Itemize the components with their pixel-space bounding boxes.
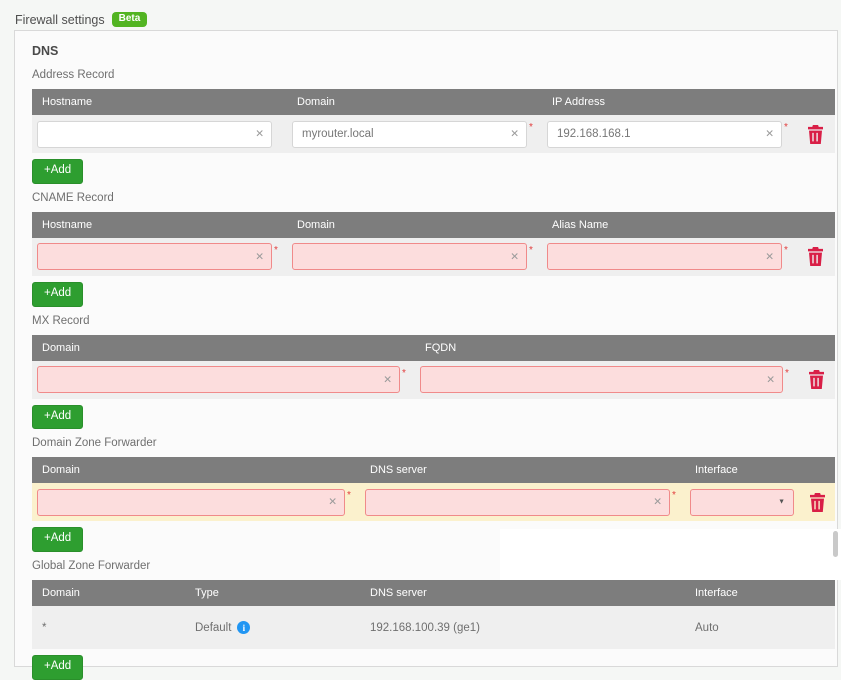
- domain-input[interactable]: [37, 366, 400, 393]
- chevron-down-icon: ▼: [778, 499, 785, 506]
- clear-icon[interactable]: ✕: [765, 129, 774, 140]
- domain-input-wrap: ✕: [37, 366, 400, 393]
- trash-icon: [808, 377, 825, 392]
- fqdn-input-wrap: ✕: [420, 366, 783, 393]
- delete-cname-record-button[interactable]: [805, 245, 826, 268]
- column-header-type: Type: [185, 587, 360, 599]
- column-header-fqdn: FQDN: [415, 342, 798, 354]
- cname-record-label: CNAME Record: [32, 192, 835, 204]
- dns-server-input-wrap: ✕: [365, 489, 670, 516]
- delete-address-record-button[interactable]: [805, 123, 826, 146]
- beta-badge: Beta: [112, 12, 148, 27]
- mx-record-row: ✕ * ✕ *: [32, 361, 835, 399]
- scrollbar-thumb[interactable]: [833, 531, 838, 557]
- domain-input-wrap: ✕: [292, 243, 527, 270]
- required-asterisk: *: [274, 246, 282, 256]
- required-asterisk: *: [784, 246, 792, 256]
- add-cname-record-button[interactable]: +Add: [32, 282, 83, 307]
- column-header-alias-name: Alias Name: [542, 219, 797, 231]
- required-asterisk: *: [672, 491, 680, 501]
- dns-heading: DNS: [32, 44, 837, 58]
- cname-record-row: ✕ * ✕ * ✕ *: [32, 238, 835, 276]
- hostname-input-wrap: ✕: [37, 243, 272, 270]
- column-header-interface: Interface: [685, 464, 799, 476]
- clear-icon[interactable]: ✕: [255, 129, 264, 140]
- required-asterisk: *: [785, 369, 793, 379]
- global-interface-value: Auto: [685, 622, 835, 634]
- section-mx-record: MX Record Domain FQDN ✕ * ✕ *: [32, 315, 835, 430]
- section-address-record: Address Record Hostname Domain IP Addres…: [32, 69, 835, 184]
- ip-address-input[interactable]: [547, 121, 782, 148]
- clear-icon[interactable]: ✕: [255, 252, 264, 263]
- page-title: Firewall settings: [15, 13, 105, 27]
- info-icon[interactable]: i: [237, 621, 250, 634]
- column-header-hostname: Hostname: [32, 219, 287, 231]
- column-header-domain: Domain: [287, 219, 542, 231]
- column-header-domain: Domain: [32, 342, 415, 354]
- page-header: Firewall settings Beta: [0, 0, 841, 30]
- required-asterisk: *: [784, 123, 792, 133]
- clear-icon[interactable]: ✕: [328, 497, 337, 508]
- delete-domain-zone-forwarder-button[interactable]: [807, 491, 828, 514]
- dns-settings-panel: DNS Address Record Hostname Domain IP Ad…: [14, 30, 838, 667]
- global-zone-forwarder-row: * Default i 192.168.100.39 (ge1) Auto: [32, 606, 835, 649]
- delete-mx-record-button[interactable]: [806, 368, 827, 391]
- add-address-record-button[interactable]: +Add: [32, 159, 83, 184]
- add-global-zone-forwarder-button[interactable]: +Add: [32, 655, 83, 680]
- global-dns-server-value: 192.168.100.39 (ge1): [360, 622, 685, 634]
- column-header-domain: Domain: [287, 96, 542, 108]
- ip-address-input-wrap: ✕: [547, 121, 782, 148]
- domain-input-wrap: ✕: [292, 121, 527, 148]
- domain-input[interactable]: [292, 243, 527, 270]
- domain-input[interactable]: [292, 121, 527, 148]
- clear-icon[interactable]: ✕: [383, 374, 392, 385]
- cname-record-table-header: Hostname Domain Alias Name: [32, 212, 835, 238]
- address-record-label: Address Record: [32, 69, 835, 81]
- interface-select[interactable]: ▼: [690, 489, 794, 516]
- column-header-hostname: Hostname: [32, 96, 287, 108]
- mx-record-label: MX Record: [32, 315, 835, 327]
- fqdn-input[interactable]: [420, 366, 783, 393]
- required-asterisk: *: [402, 369, 410, 379]
- add-mx-record-button[interactable]: +Add: [32, 405, 83, 430]
- clear-icon[interactable]: ✕: [765, 252, 774, 263]
- domain-zone-forwarder-table-header: Domain DNS server Interface: [32, 457, 835, 483]
- hostname-input-wrap: ✕: [37, 121, 272, 148]
- interface-dropdown-popup: [500, 529, 841, 580]
- required-asterisk: *: [347, 491, 355, 501]
- global-zone-forwarder-table-header: Domain Type DNS server Interface: [32, 580, 835, 606]
- address-record-table-header: Hostname Domain IP Address: [32, 89, 835, 115]
- column-header-domain: Domain: [32, 587, 185, 599]
- hostname-input[interactable]: [37, 121, 272, 148]
- domain-zone-forwarder-label: Domain Zone Forwarder: [32, 437, 835, 449]
- global-domain-value: *: [32, 622, 185, 634]
- alias-name-input[interactable]: [547, 243, 782, 270]
- trash-icon: [809, 500, 826, 515]
- clear-icon[interactable]: ✕: [510, 129, 519, 140]
- section-domain-zone-forwarder: Domain Zone Forwarder Domain DNS server …: [32, 437, 835, 552]
- required-asterisk: *: [529, 246, 537, 256]
- domain-input[interactable]: [37, 489, 345, 516]
- column-header-dns-server: DNS server: [360, 464, 685, 476]
- global-type-value: Default: [195, 622, 231, 634]
- address-record-row: ✕ ✕ * ✕ *: [32, 115, 835, 153]
- domain-input-wrap: ✕: [37, 489, 345, 516]
- column-header-interface: Interface: [685, 587, 835, 599]
- dns-server-input[interactable]: [365, 489, 670, 516]
- column-header-dns-server: DNS server: [360, 587, 685, 599]
- add-domain-zone-forwarder-button[interactable]: +Add: [32, 527, 83, 552]
- trash-icon: [807, 254, 824, 269]
- clear-icon[interactable]: ✕: [510, 252, 519, 263]
- mx-record-table-header: Domain FQDN: [32, 335, 835, 361]
- column-header-domain: Domain: [32, 464, 360, 476]
- trash-icon: [807, 132, 824, 147]
- alias-name-input-wrap: ✕: [547, 243, 782, 270]
- clear-icon[interactable]: ✕: [653, 497, 662, 508]
- hostname-input[interactable]: [37, 243, 272, 270]
- clear-icon[interactable]: ✕: [766, 374, 775, 385]
- domain-zone-forwarder-row: ✕ * ✕ * ▼: [32, 483, 835, 521]
- required-asterisk: *: [529, 123, 537, 133]
- column-header-ip-address: IP Address: [542, 96, 797, 108]
- section-cname-record: CNAME Record Hostname Domain Alias Name …: [32, 192, 835, 307]
